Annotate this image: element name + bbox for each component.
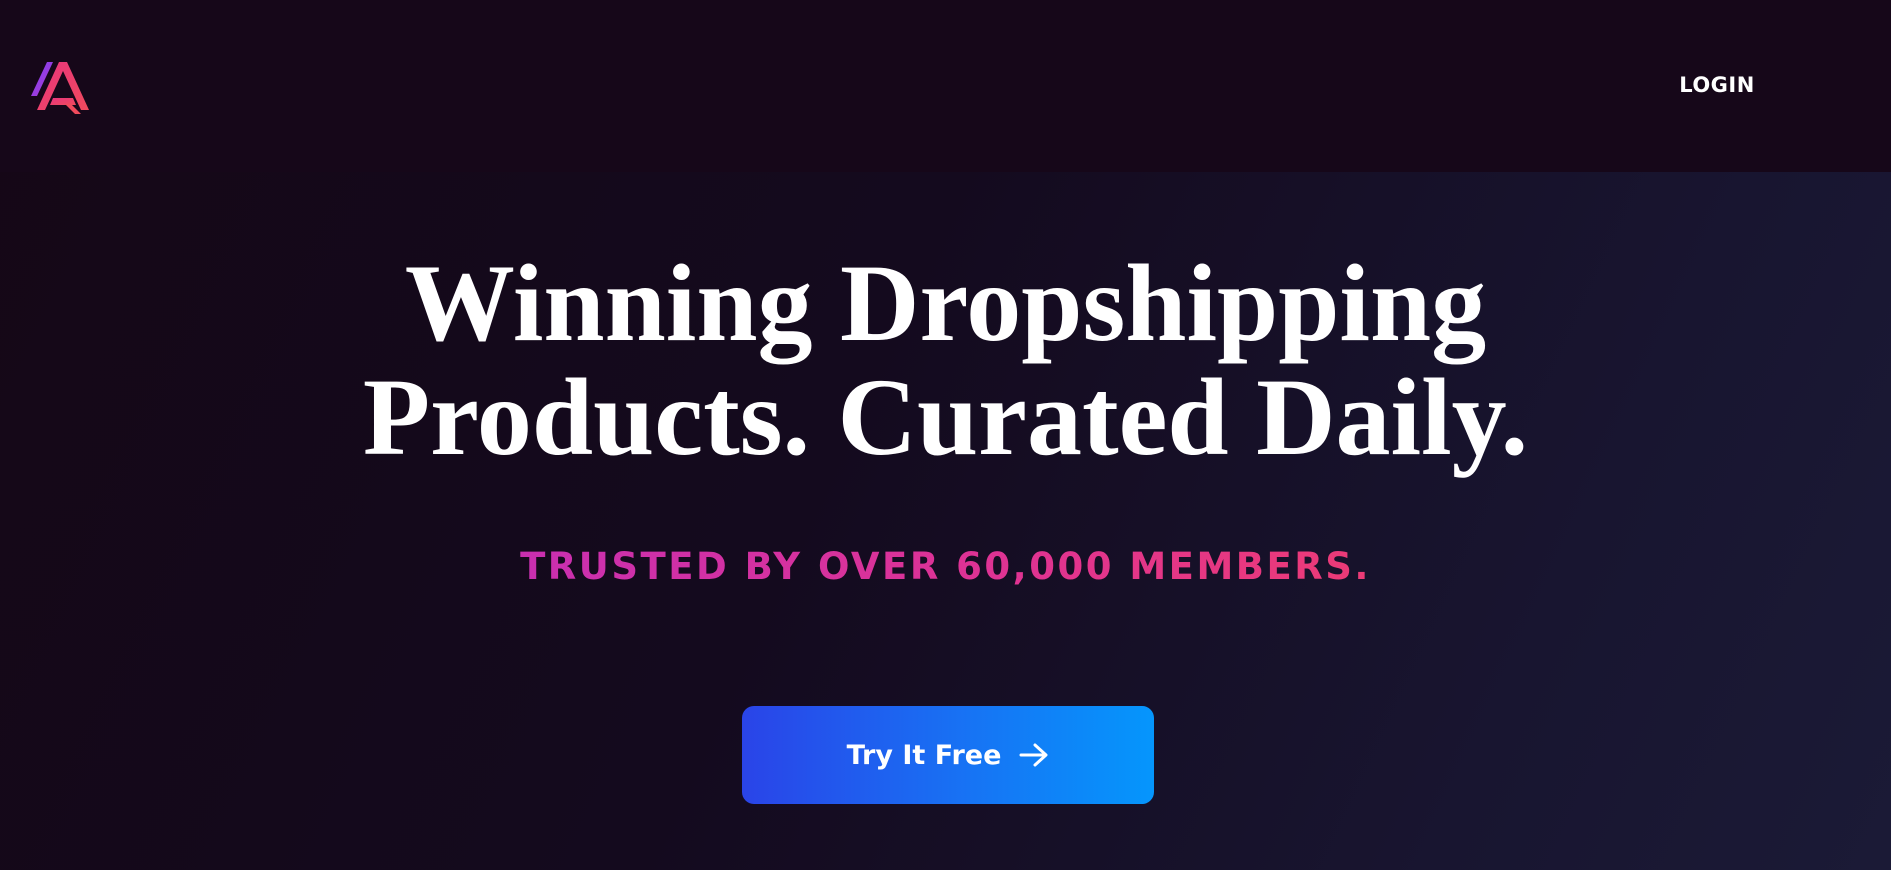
hero-headline-line-1: Winning Dropshipping: [404, 242, 1487, 364]
top-navigation-bar: LOGIN: [0, 0, 1891, 172]
brand-a-logo-icon[interactable]: [29, 56, 91, 114]
arrow-right-icon: [1019, 743, 1048, 767]
hero-headline: Winning Dropshipping Products. Curated D…: [0, 246, 1891, 474]
try-it-free-label: Try It Free: [846, 739, 1002, 771]
login-link[interactable]: LOGIN: [1662, 70, 1772, 100]
trust-tagline-text: TRUSTED BY OVER 60,000 MEMBERS.: [520, 545, 1371, 588]
trust-tagline: TRUSTED BY OVER 60,000 MEMBERS.: [0, 544, 1891, 590]
hero-headline-line-2: Products. Curated Daily.: [362, 356, 1529, 478]
try-it-free-button[interactable]: Try It Free: [742, 706, 1154, 804]
